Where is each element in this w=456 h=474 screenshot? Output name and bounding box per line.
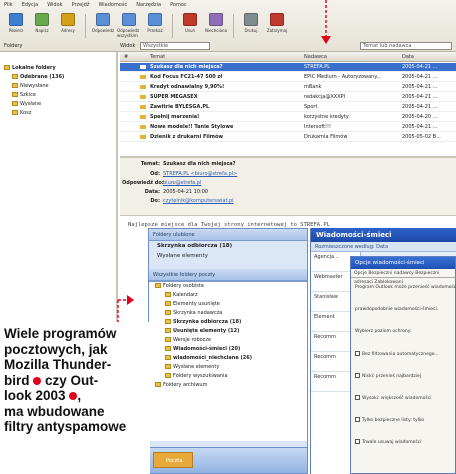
caption-word: look 2003 <box>4 388 66 403</box>
caption-line: bird czy Out- <box>4 373 144 389</box>
red-dot-marker <box>33 376 42 385</box>
caption-line: Wiele programów <box>4 326 117 341</box>
caption-line: ma wbudowane <box>4 403 105 419</box>
caption-line: Mozilla Thunder- <box>4 357 112 372</box>
arrow-head-top <box>321 36 331 44</box>
caption-word: , <box>77 388 82 403</box>
caption-word: czy Out- <box>45 372 99 388</box>
caption-line: filtry antyspamowe <box>4 419 127 434</box>
caption-word: bird <box>4 372 30 388</box>
caption: Wiele programów pocztowych, jak Mozilla … <box>4 326 144 435</box>
arrow-head-tb <box>127 295 134 305</box>
caption-line: look 2003 , <box>4 388 144 404</box>
caption-line: pocztowych, jak <box>4 341 108 357</box>
screenshot-collage: Plik Edycja Widok Przejdź Wiadomość Narzędzia… <box>0 0 456 474</box>
